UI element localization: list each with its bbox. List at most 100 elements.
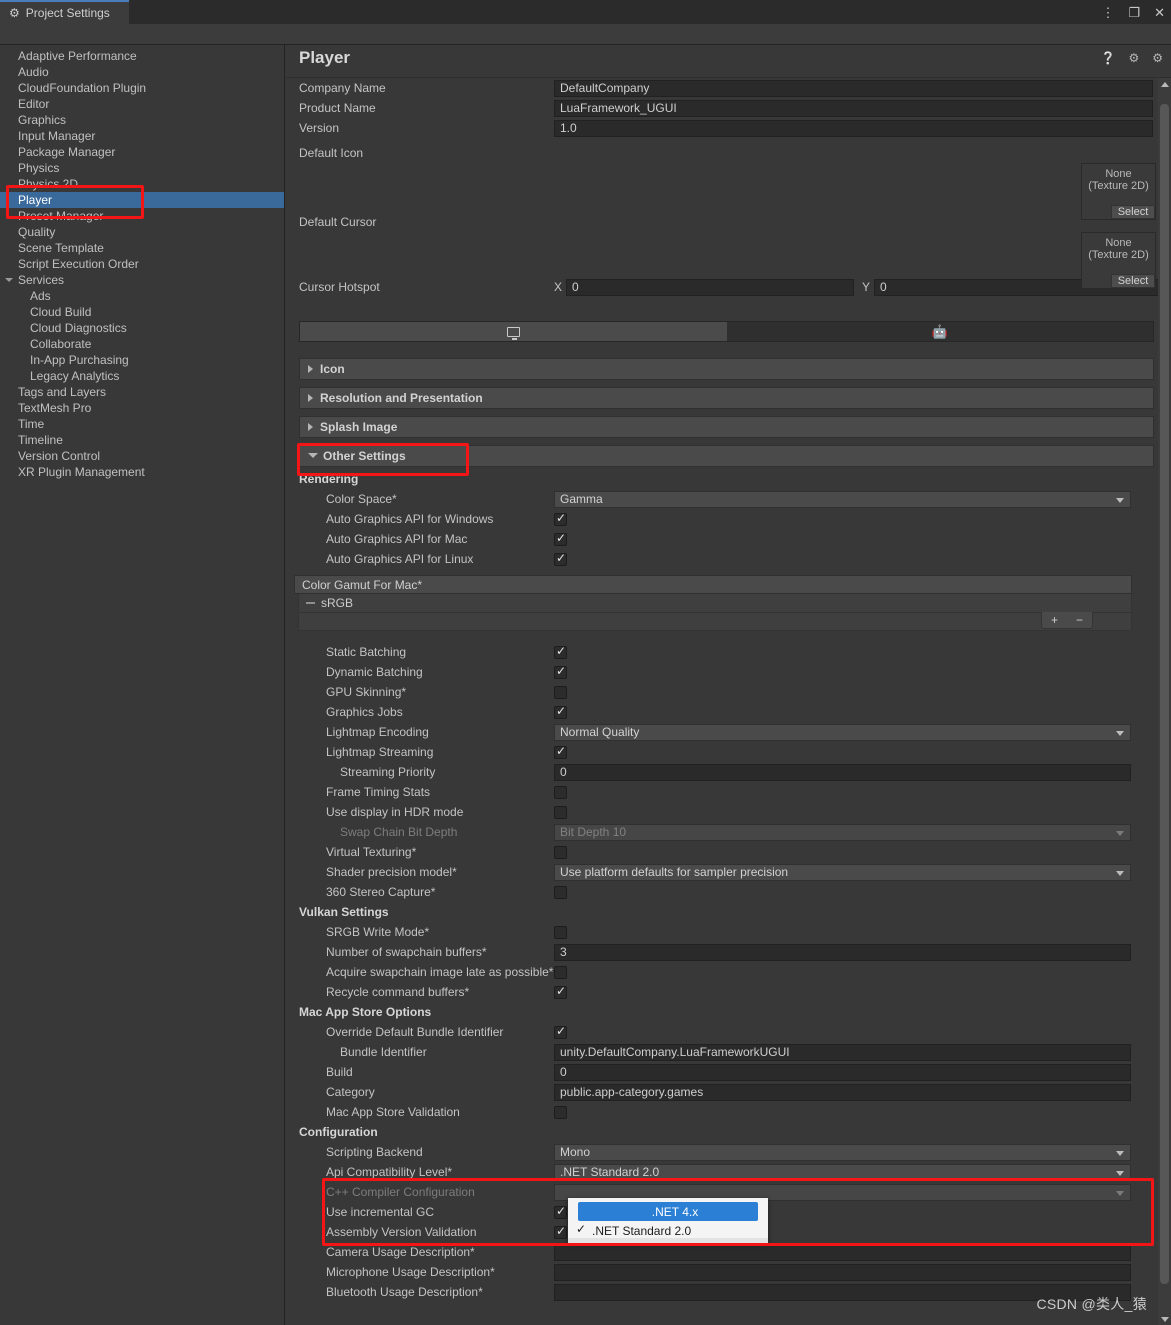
select-lightmap-encoding[interactable]: Normal Quality — [554, 724, 1131, 741]
tab-standalone[interactable] — [300, 322, 727, 341]
tab-android[interactable]: 🤖 — [727, 322, 1154, 341]
input-camera-usage[interactable] — [554, 1244, 1131, 1261]
checkbox-stereo-capture[interactable] — [554, 886, 567, 899]
select-scripting-backend[interactable]: Mono — [554, 1144, 1131, 1161]
sidebar-item-physics-2d[interactable]: Physics 2D — [0, 176, 284, 192]
sidebar-item-version-control[interactable]: Version Control — [0, 448, 284, 464]
input-product-name[interactable]: LuaFramework_UGUI — [554, 100, 1153, 117]
platform-tab-bar[interactable]: 🤖 — [299, 321, 1154, 342]
sidebar-item-adaptive-performance[interactable]: Adaptive Performance — [0, 48, 284, 64]
sidebar-item-time[interactable]: Time — [0, 416, 284, 432]
sidebar-item-package-manager[interactable]: Package Manager — [0, 144, 284, 160]
select-api-compat-level[interactable]: .NET Standard 2.0 — [554, 1164, 1131, 1181]
sidebar-item-collaborate[interactable]: Collaborate — [0, 336, 284, 352]
remove-button[interactable]: − — [1076, 613, 1083, 627]
preset-icon[interactable]: ⚙ — [1128, 52, 1139, 64]
sidebar-item-input-manager[interactable]: Input Manager — [0, 128, 284, 144]
checkbox-dynamic-batching[interactable] — [554, 666, 567, 679]
sidebar-item-player[interactable]: Player — [0, 192, 284, 208]
checkbox-auto-gfx-mac[interactable] — [554, 533, 567, 546]
sidebar-item-textmesh-pro[interactable]: TextMesh Pro — [0, 400, 284, 416]
checkbox-srgb-write-mode[interactable] — [554, 926, 567, 939]
foldout-icon[interactable]: Icon — [299, 358, 1154, 380]
dropdown-option-netstandard20-label: .NET Standard 2.0 — [592, 1224, 691, 1238]
checkbox-assembly-version-validation[interactable] — [554, 1226, 567, 1239]
foldout-other-settings[interactable]: Other Settings — [299, 445, 1154, 467]
sidebar-item-timeline[interactable]: Timeline — [0, 432, 284, 448]
checkbox-lightmap-streaming[interactable] — [554, 746, 567, 759]
scroll-up-icon[interactable] — [1161, 82, 1169, 87]
dropdown-option-net4x[interactable]: .NET 4.x — [578, 1202, 758, 1221]
checkbox-graphics-jobs[interactable] — [554, 706, 567, 719]
checkbox-recycle-cmd-buffers[interactable] — [554, 986, 567, 999]
sidebar-item-services[interactable]: Services — [0, 272, 284, 288]
default-icon-slot[interactable]: None (Texture 2D) Select — [1081, 163, 1156, 220]
checkbox-auto-gfx-linux[interactable] — [554, 553, 567, 566]
checkbox-virtual-texturing[interactable] — [554, 846, 567, 859]
checkbox-frame-timing-stats[interactable] — [554, 786, 567, 799]
sidebar-item-physics[interactable]: Physics — [0, 160, 284, 176]
select-color-space[interactable]: Gamma — [554, 491, 1131, 508]
main-scrollbar[interactable] — [1158, 78, 1171, 1325]
input-category[interactable]: public.app-category.games — [554, 1084, 1131, 1101]
sidebar-item-xr-plugin-management[interactable]: XR Plugin Management — [0, 464, 284, 480]
select-shader-precision[interactable]: Use platform defaults for sampler precis… — [554, 864, 1131, 881]
default-icon-select-button[interactable]: Select — [1111, 205, 1155, 219]
tab-project-settings[interactable]: ⚙ Project Settings — [0, 0, 129, 24]
checkbox-hdr-mode[interactable] — [554, 806, 567, 819]
select-color-space-value: Gamma — [560, 492, 603, 506]
sidebar-item-script-execution-order[interactable]: Script Execution Order — [0, 256, 284, 272]
input-streaming-priority[interactable]: 0 — [554, 764, 1131, 781]
foldout-splash-image[interactable]: Splash Image — [299, 416, 1154, 438]
input-swapchain-buffers[interactable]: 3 — [554, 944, 1131, 961]
sidebar-item-scene-template[interactable]: Scene Template — [0, 240, 284, 256]
input-microphone-usage[interactable] — [554, 1264, 1131, 1281]
sidebar-item-preset-manager[interactable]: Preset Manager — [0, 208, 284, 224]
maximize-icon[interactable]: ❐ — [1128, 6, 1140, 19]
color-gamut-item[interactable]: sRGB — [298, 594, 1132, 613]
input-version[interactable]: 1.0 — [554, 120, 1153, 137]
checkbox-static-batching[interactable] — [554, 646, 567, 659]
settings-sidebar[interactable]: Adaptive PerformanceAudioCloudFoundation… — [0, 45, 285, 1325]
sidebar-item-audio[interactable]: Audio — [0, 64, 284, 80]
sidebar-item-graphics[interactable]: Graphics — [0, 112, 284, 128]
input-build[interactable]: 0 — [554, 1064, 1131, 1081]
api-compatibility-dropdown-menu[interactable]: .NET 4.x ✓ .NET Standard 2.0 — [568, 1198, 768, 1243]
checkbox-override-bundle-id[interactable] — [554, 1026, 567, 1039]
more-menu-icon[interactable]: ⋮ — [1101, 6, 1114, 19]
sidebar-item-ads[interactable]: Ads — [0, 288, 284, 304]
scrollbar-thumb[interactable] — [1160, 104, 1169, 1284]
row-lightmap-streaming: Lightmap Streaming — [286, 742, 1157, 762]
sidebar-item-cloud-diagnostics[interactable]: Cloud Diagnostics — [0, 320, 284, 336]
scroll-down-icon[interactable] — [1161, 1317, 1169, 1322]
sidebar-item-in-app-purchasing[interactable]: In-App Purchasing — [0, 352, 284, 368]
gear-icon[interactable]: ⚙ — [1152, 52, 1163, 64]
checkbox-macstore-validation[interactable] — [554, 1106, 567, 1119]
add-button[interactable]: + — [1051, 613, 1058, 627]
checkbox-acquire-swapchain[interactable] — [554, 966, 567, 979]
list-add-remove-bar[interactable]: + − — [1041, 612, 1093, 629]
help-icon[interactable]: ❔ — [1101, 52, 1116, 64]
chevron-down-icon[interactable] — [5, 278, 13, 285]
close-icon[interactable]: ✕ — [1154, 6, 1165, 19]
sidebar-item-cloudfoundation-plugin[interactable]: CloudFoundation Plugin — [0, 80, 284, 96]
row-api-compat-level: Api Compatibility Level* .NET Standard 2… — [286, 1162, 1157, 1182]
sidebar-item-cloud-build[interactable]: Cloud Build — [0, 304, 284, 320]
sidebar-item-tags-and-layers[interactable]: Tags and Layers — [0, 384, 284, 400]
sidebar-item-quality[interactable]: Quality — [0, 224, 284, 240]
drag-handle-icon[interactable] — [306, 602, 315, 604]
checkbox-auto-gfx-windows[interactable] — [554, 513, 567, 526]
foldout-resolution[interactable]: Resolution and Presentation — [299, 387, 1154, 409]
default-cursor-select-button[interactable]: Select — [1111, 274, 1155, 288]
label-static-batching: Static Batching — [286, 645, 554, 659]
input-company-name[interactable]: DefaultCompany — [554, 80, 1153, 97]
sidebar-item-legacy-analytics[interactable]: Legacy Analytics — [0, 368, 284, 384]
checkbox-gpu-skinning[interactable] — [554, 686, 567, 699]
sidebar-item-editor[interactable]: Editor — [0, 96, 284, 112]
input-hotspot-x[interactable]: 0 — [566, 279, 854, 296]
default-cursor-slot[interactable]: None (Texture 2D) Select — [1081, 232, 1156, 289]
checkbox-incremental-gc[interactable] — [554, 1206, 567, 1219]
select-scripting-backend-value: Mono — [560, 1145, 590, 1159]
input-bundle-identifier[interactable]: unity.DefaultCompany.LuaFrameworkUGUI — [554, 1044, 1131, 1061]
chevron-down-icon — [1116, 1191, 1124, 1196]
